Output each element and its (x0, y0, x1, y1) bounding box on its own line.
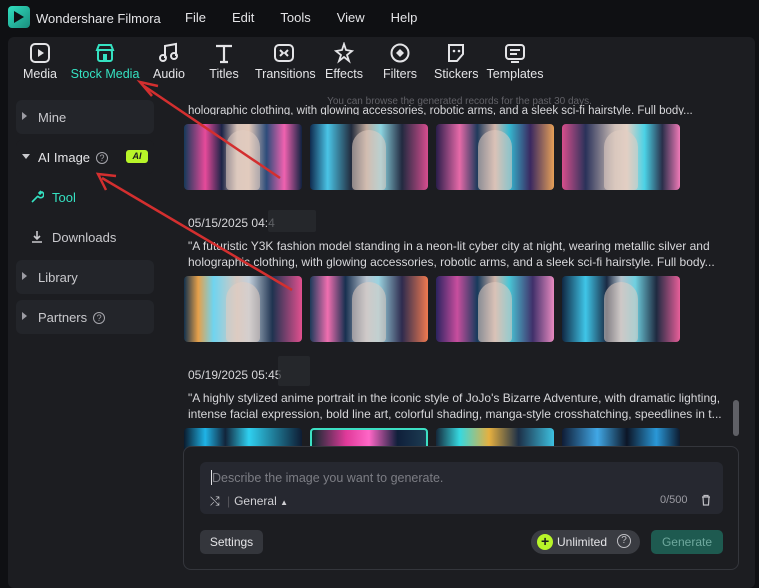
annotation-arrows (95, 79, 293, 292)
red-arrow (95, 79, 293, 292)
